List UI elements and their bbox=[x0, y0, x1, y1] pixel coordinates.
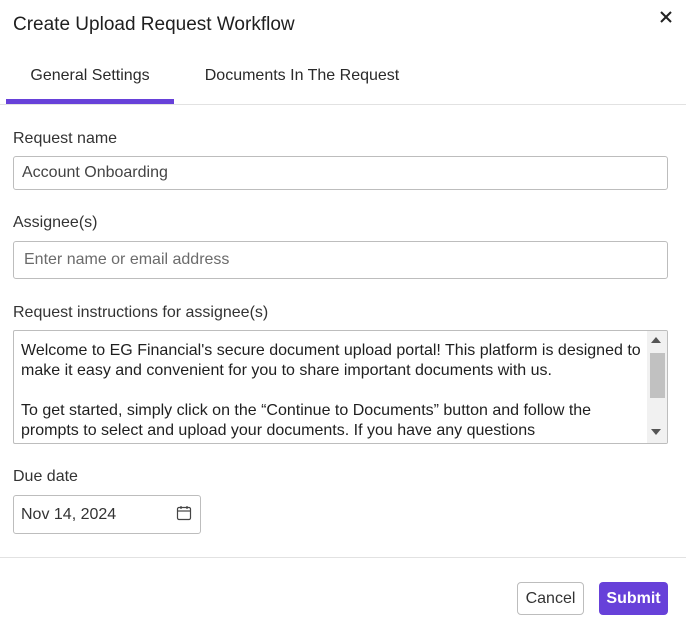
scroll-up-arrow-icon[interactable] bbox=[651, 337, 661, 343]
dialog-title: Create Upload Request Workflow bbox=[13, 14, 295, 35]
due-date-value: Nov 14, 2024 bbox=[21, 506, 117, 523]
instructions-textarea[interactable]: Welcome to EG Financial's secure documen… bbox=[13, 330, 668, 444]
tab-bar: General Settings Documents In The Reques… bbox=[0, 55, 686, 105]
scroll-down-arrow-icon[interactable] bbox=[651, 429, 661, 435]
active-tab-indicator bbox=[6, 99, 174, 104]
instructions-label: Request instructions for assignee(s) bbox=[13, 304, 269, 321]
calendar-icon[interactable] bbox=[176, 505, 192, 521]
instructions-scrollbar[interactable] bbox=[647, 331, 667, 443]
assignees-input[interactable] bbox=[13, 241, 668, 279]
instructions-paragraph: Welcome to EG Financial's secure documen… bbox=[21, 342, 641, 379]
instructions-paragraph: To get started, simply click on the “Con… bbox=[21, 402, 592, 439]
request-name-input[interactable] bbox=[13, 156, 668, 190]
due-date-label: Due date bbox=[13, 468, 78, 485]
assignees-label: Assignee(s) bbox=[13, 214, 98, 231]
cancel-button[interactable]: Cancel bbox=[517, 582, 584, 615]
submit-button[interactable]: Submit bbox=[599, 582, 668, 615]
tab-documents-in-request[interactable]: Documents In The Request bbox=[186, 55, 418, 105]
create-upload-request-dialog: Create Upload Request Workflow General S… bbox=[0, 0, 686, 634]
instructions-text: Welcome to EG Financial's secure documen… bbox=[21, 341, 641, 443]
due-date-picker[interactable]: Nov 14, 2024 bbox=[13, 495, 201, 534]
request-name-label: Request name bbox=[13, 130, 118, 147]
tab-general-settings[interactable]: General Settings bbox=[6, 55, 174, 105]
close-icon[interactable] bbox=[657, 8, 675, 26]
scrollbar-thumb[interactable] bbox=[650, 353, 665, 398]
footer-divider bbox=[0, 557, 686, 558]
